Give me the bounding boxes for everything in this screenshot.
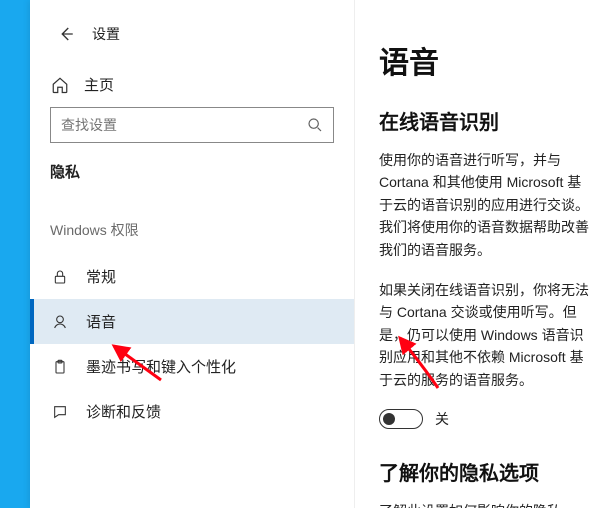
section-label: Windows 权限 [30,200,354,254]
sidebar: 设置 主页 隐私 Windows 权限 常规 语音 [30,0,355,508]
sidebar-item-inking[interactable]: 墨迹书写和键入个性化 [30,344,354,389]
section-heading-online: 在线语音识别 [379,106,593,135]
window-title: 设置 [92,24,120,44]
home-label: 主页 [84,74,114,95]
lock-icon [50,269,70,285]
description-text: 使用你的语音进行听写，并与 Cortana 和其他使用 Microsoft 基于… [379,149,593,261]
category-label: 隐私 [30,161,354,200]
section-heading-learn: 了解你的隐私选项 [379,457,593,486]
nav-label: 常规 [86,266,116,287]
clipboard-icon [50,359,70,375]
content-pane: 语音 在线语音识别 使用你的语音进行听写，并与 Cortana 和其他使用 Mi… [355,0,593,508]
search-container [30,107,354,161]
settings-window: 设置 主页 隐私 Windows 权限 常规 语音 [30,0,593,508]
sidebar-item-diagnostics[interactable]: 诊断和反馈 [30,389,354,434]
search-box[interactable] [50,107,334,143]
toggle-knob [383,413,395,425]
sidebar-item-speech[interactable]: 语音 [30,299,354,344]
description-text: 如果关闭在线语音识别，你将无法与 Cortana 交谈或使用听写。但是，仍可以使… [379,279,593,391]
toggle-state-label: 关 [435,409,449,429]
speech-icon [50,314,70,330]
nav-label: 语音 [86,311,116,332]
toggle-row: 关 [379,409,593,429]
page-title: 语音 [379,38,593,82]
back-button[interactable] [50,18,82,50]
window-header: 设置 [30,10,354,64]
sidebar-item-general[interactable]: 常规 [30,254,354,299]
nav-label: 诊断和反馈 [86,401,161,422]
search-icon [307,117,323,133]
arrow-left-icon [57,25,75,43]
home-icon [50,76,70,94]
sidebar-item-home[interactable]: 主页 [30,64,354,107]
nav-label: 墨迹书写和键入个性化 [86,356,236,377]
learn-description: 了解此设置如何影响你的隐私。 [379,500,593,508]
online-speech-toggle[interactable] [379,409,423,429]
search-input[interactable] [61,117,307,133]
feedback-icon [50,404,70,420]
